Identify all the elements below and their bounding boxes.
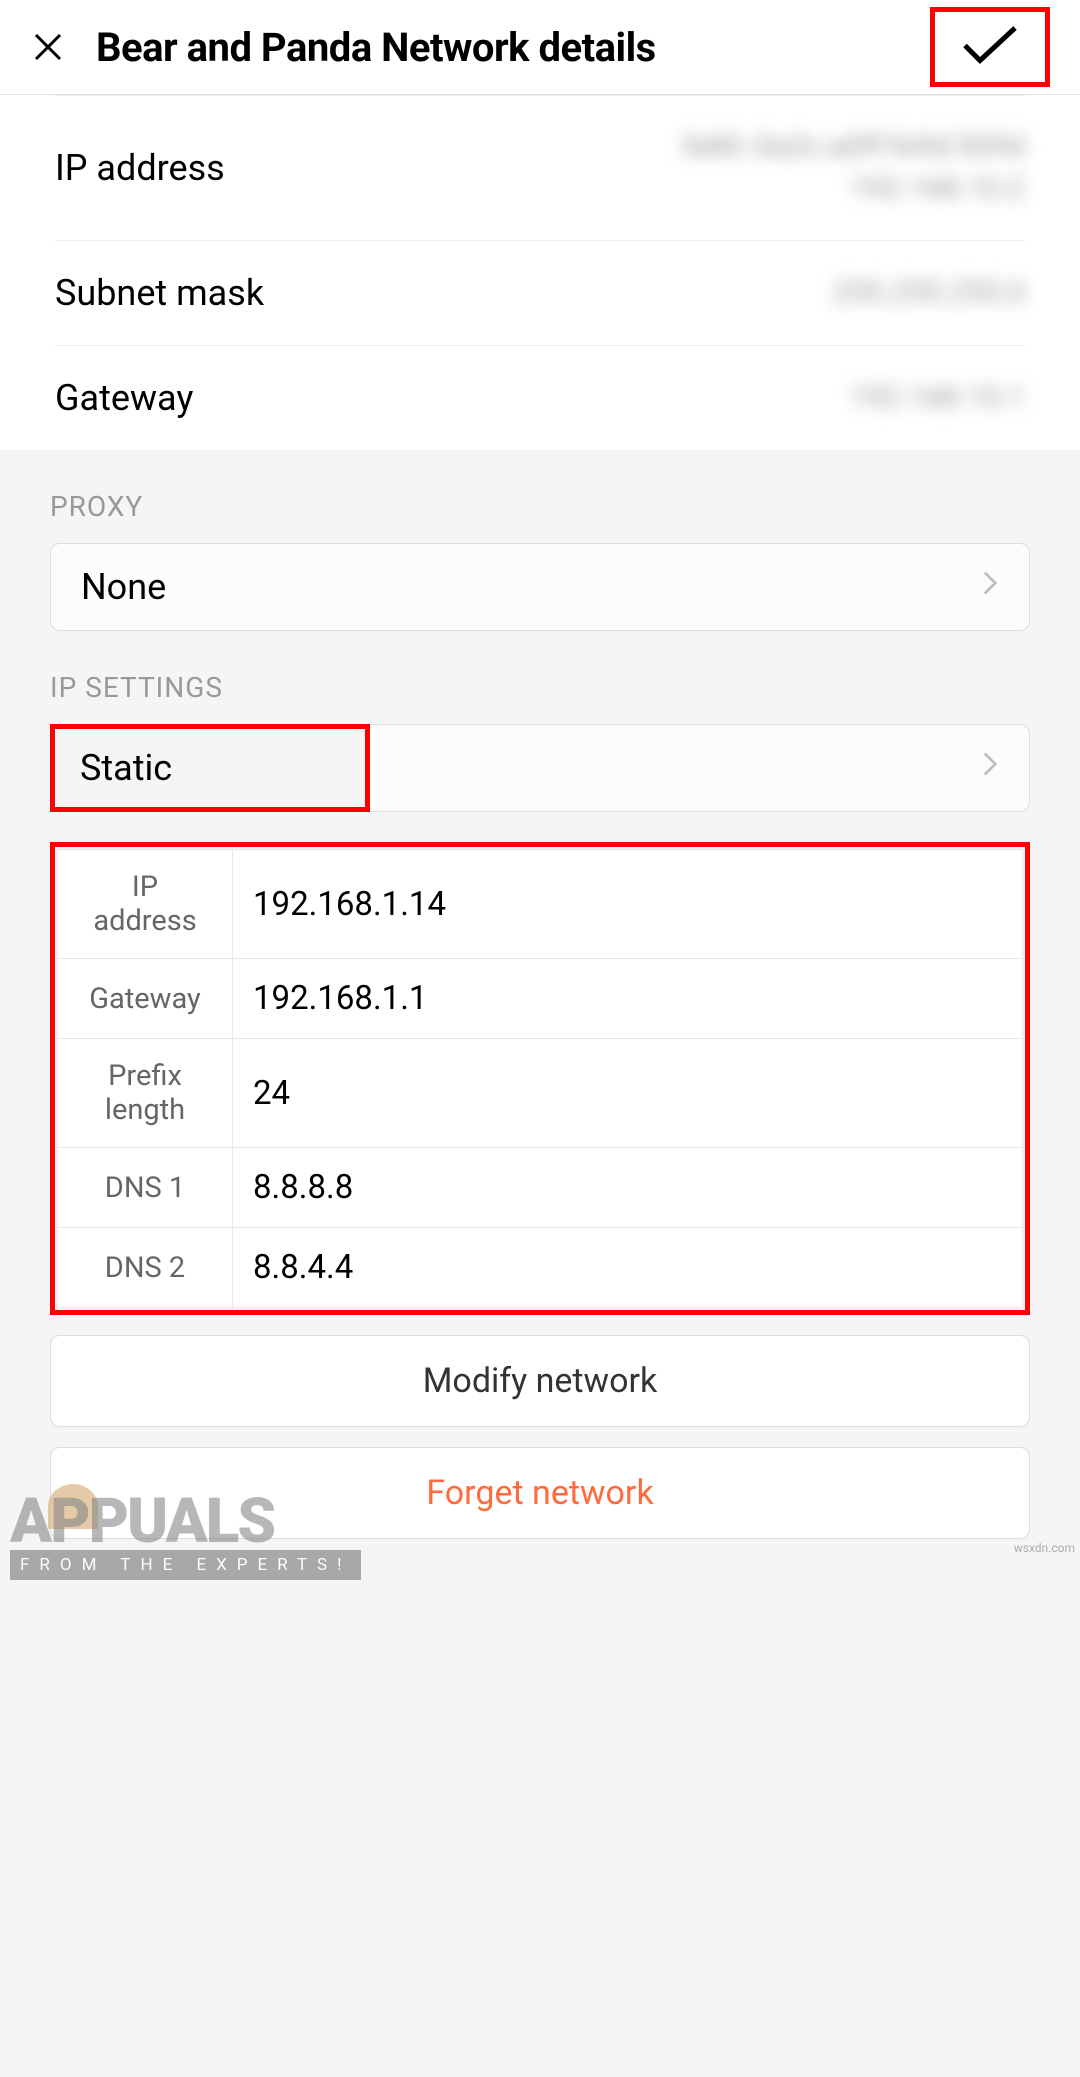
chevron-right-icon xyxy=(981,750,999,786)
subnet-mask-label: Subnet mask xyxy=(55,272,264,314)
table-row[interactable]: IP address 192.168.1.14 xyxy=(58,850,1023,959)
static-dns2-input[interactable]: 8.8.4.4 xyxy=(233,1228,1023,1308)
static-prefix-input[interactable]: 24 xyxy=(233,1039,1023,1148)
header-bar: Bear and Panda Network details xyxy=(0,0,1080,95)
close-icon[interactable] xyxy=(30,29,66,65)
ip-settings-value: Static xyxy=(50,724,370,812)
info-row-gateway: Gateway 192.168.10.1 xyxy=(55,345,1025,450)
static-ip-label: IP address xyxy=(58,850,233,959)
proxy-section: PROXY None xyxy=(0,450,1080,651)
table-row[interactable]: Prefix length 24 xyxy=(58,1039,1023,1148)
static-gateway-label: Gateway xyxy=(58,959,233,1039)
proxy-dropdown[interactable]: None xyxy=(50,543,1030,631)
page-title: Bear and Panda Network details xyxy=(96,24,930,71)
static-gateway-input[interactable]: 192.168.1.1 xyxy=(233,959,1023,1039)
confirm-button[interactable] xyxy=(930,7,1050,87)
static-ip-table: IP address 192.168.1.14 Gateway 192.168.… xyxy=(50,842,1030,1315)
ip-settings-section: IP SETTINGS Static IP address 192.168.1.… xyxy=(0,651,1080,1559)
info-row-subnet: Subnet mask 255.255.255.0 xyxy=(55,240,1025,345)
static-dns1-input[interactable]: 8.8.8.8 xyxy=(233,1148,1023,1228)
chevron-right-icon xyxy=(981,569,999,605)
table-row[interactable]: DNS 2 8.8.4.4 xyxy=(58,1228,1023,1308)
forget-network-button[interactable]: Forget network xyxy=(50,1447,1030,1539)
proxy-label: PROXY xyxy=(50,490,1030,523)
ip-address-value: fe80::0a2c:a0ff:fe9d:509d 192.168.10.2 xyxy=(682,126,1025,210)
table-row[interactable]: DNS 1 8.8.8.8 xyxy=(58,1148,1023,1228)
table-row[interactable]: Gateway 192.168.1.1 xyxy=(58,959,1023,1039)
gateway-label: Gateway xyxy=(55,377,193,419)
subnet-mask-value: 255.255.255.0 xyxy=(833,272,1025,314)
ip-address-label: IP address xyxy=(55,147,225,189)
info-row-ip: IP address fe80::0a2c:a0ff:fe9d:509d 192… xyxy=(55,95,1025,240)
static-ip-input[interactable]: 192.168.1.14 xyxy=(233,850,1023,959)
ip-settings-label: IP SETTINGS xyxy=(50,671,1030,704)
network-info-section: IP address fe80::0a2c:a0ff:fe9d:509d 192… xyxy=(0,95,1080,450)
static-dns1-label: DNS 1 xyxy=(58,1148,233,1228)
gateway-value: 192.168.10.1 xyxy=(850,377,1025,419)
check-icon xyxy=(960,23,1020,72)
static-dns2-label: DNS 2 xyxy=(58,1228,233,1308)
ip-settings-dropdown[interactable]: Static xyxy=(50,724,1030,812)
modify-network-button[interactable]: Modify network xyxy=(50,1335,1030,1427)
proxy-value: None xyxy=(81,566,166,608)
static-prefix-label: Prefix length xyxy=(58,1039,233,1148)
